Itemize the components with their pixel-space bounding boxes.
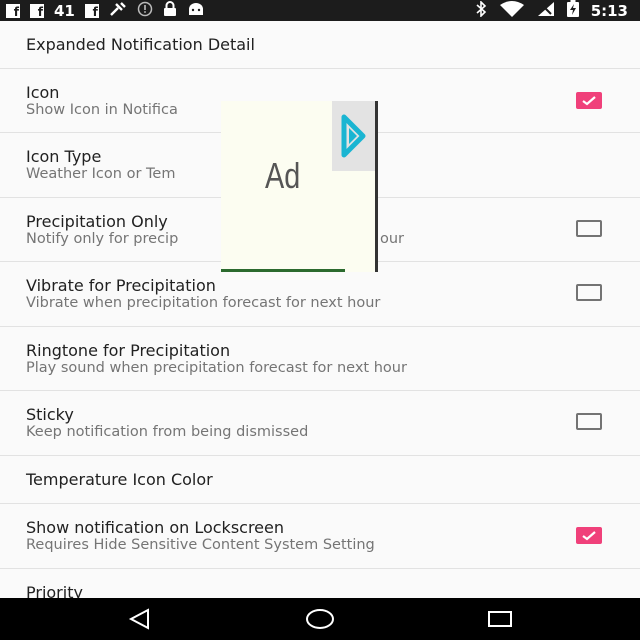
- pref-temperature-icon-color[interactable]: Temperature Icon Color: [0, 456, 640, 504]
- checkbox-checked[interactable]: [576, 527, 602, 544]
- status-bar: f f 41 f 5:13: [0, 0, 640, 21]
- checkbox-unchecked[interactable]: [576, 220, 602, 237]
- pref-summary: Play sound when precipitation forecast f…: [26, 360, 407, 376]
- pref-title: Ringtone for Precipitation: [26, 341, 231, 360]
- bluetooth-icon: [475, 0, 487, 21]
- category-title: Expanded Notification Detail: [26, 35, 255, 54]
- pref-title: Temperature Icon Color: [26, 470, 213, 489]
- pref-summary: Notify only for precip: [26, 231, 179, 247]
- pref-summary-tail: our: [380, 231, 405, 247]
- battery-charging-icon: [566, 0, 579, 21]
- pref-summary: Vibrate when precipitation forecast for …: [26, 295, 381, 311]
- ad-label: Ad: [265, 155, 301, 196]
- signal-icon: [537, 1, 555, 21]
- notification-count: 41: [54, 1, 75, 20]
- pref-title: Icon: [26, 83, 60, 102]
- recents-icon[interactable]: [478, 598, 522, 640]
- checkbox-checked[interactable]: [576, 92, 602, 109]
- clock: 5:13: [590, 1, 628, 20]
- ad-progress-bar: [221, 269, 345, 272]
- facebook-icon: f: [84, 3, 99, 18]
- pref-title: Show notification on Lockscreen: [26, 518, 285, 537]
- tools-icon: [109, 1, 127, 21]
- pref-ringtone-precipitation[interactable]: Ringtone for Precipitation Play sound wh…: [0, 327, 640, 391]
- pref-title: Precipitation Only: [26, 212, 168, 231]
- lock-icon: [163, 0, 177, 21]
- pref-summary: Show Icon in Notifica: [26, 102, 178, 118]
- pref-title: Vibrate for Precipitation: [26, 276, 216, 295]
- pref-summary: Weather Icon or Tem: [26, 166, 176, 182]
- facebook-icon: f: [6, 3, 20, 18]
- pref-sticky[interactable]: Sticky Keep notification from being dism…: [0, 391, 640, 456]
- android-icon: [187, 2, 205, 20]
- pref-title: Icon Type: [26, 147, 102, 166]
- pref-priority[interactable]: Priority: [0, 569, 640, 598]
- ad-overlay[interactable]: Ad: [221, 101, 378, 272]
- pref-summary: Requires Hide Sensitive Content System S…: [26, 537, 375, 553]
- checkbox-unchecked[interactable]: [576, 284, 602, 301]
- category-header: Expanded Notification Detail: [0, 21, 640, 69]
- checkbox-unchecked[interactable]: [576, 413, 602, 430]
- facebook-icon: f: [30, 3, 44, 18]
- back-icon[interactable]: [118, 598, 162, 640]
- navigation-bar: [0, 598, 640, 640]
- alert-icon: [137, 1, 153, 21]
- pref-title: Priority: [26, 583, 83, 598]
- pref-summary: Keep notification from being dismissed: [26, 424, 309, 440]
- pref-lockscreen[interactable]: Show notification on Lockscreen Requires…: [0, 504, 640, 569]
- play-arrow-icon[interactable]: [332, 101, 375, 171]
- home-icon[interactable]: [298, 598, 342, 640]
- wifi-icon: [499, 0, 525, 21]
- pref-title: Sticky: [26, 405, 74, 424]
